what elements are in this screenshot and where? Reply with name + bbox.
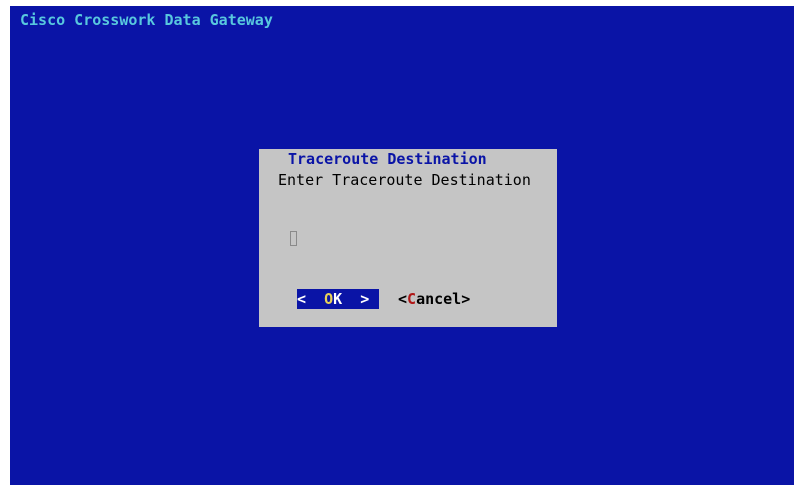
cancel-button-right-bracket: > xyxy=(461,290,471,308)
ok-button-left-bracket: < xyxy=(297,290,325,308)
cancel-button-hotkey: C xyxy=(407,290,417,308)
backtitle: Cisco Crosswork Data Gateway xyxy=(20,11,273,29)
ok-button[interactable]: < OK > xyxy=(297,289,379,309)
cancel-button-left-bracket: < xyxy=(398,290,408,308)
traceroute-dialog: Traceroute Destination Enter Traceroute … xyxy=(259,149,557,327)
traceroute-destination-input[interactable] xyxy=(289,229,439,249)
ok-button-hotkey: O xyxy=(324,290,334,308)
ok-button-label-rest: K xyxy=(333,290,343,308)
terminal-screen: Cisco Crosswork Data Gateway Traceroute … xyxy=(10,6,794,485)
dialog-title: Traceroute Destination xyxy=(288,150,487,168)
cancel-button-label-rest: ancel xyxy=(416,290,462,308)
text-cursor-icon xyxy=(290,231,297,246)
dialog-prompt: Enter Traceroute Destination xyxy=(278,171,531,189)
cancel-button[interactable]: <Cancel> xyxy=(398,289,470,309)
ok-button-right-bracket: > xyxy=(342,290,370,308)
